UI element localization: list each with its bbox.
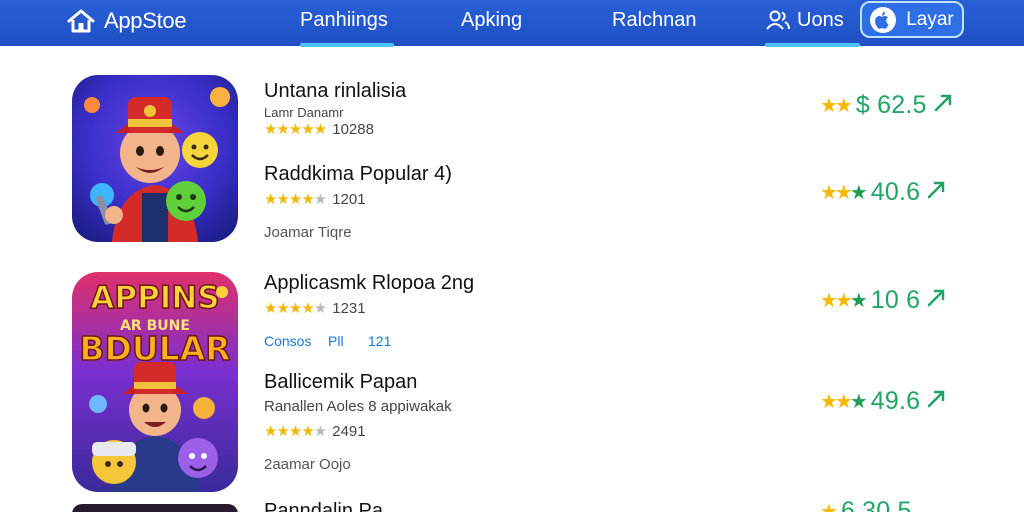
app-links: Consos Pll 121	[264, 333, 391, 349]
star-rating-icon: ★★★★★	[264, 121, 327, 138]
layar-button[interactable]: Layar	[860, 1, 964, 38]
rating-count: 1201	[332, 190, 366, 208]
user-button[interactable]: Uons	[765, 7, 844, 33]
rating-row: ★★★★★ 10288	[264, 120, 374, 139]
game-hero-icon	[72, 75, 238, 242]
link-count[interactable]: 121	[368, 333, 391, 349]
home-icon	[67, 9, 95, 33]
price-group[interactable]: ★★★ 40.6	[820, 178, 946, 207]
rating-count: 2491	[332, 422, 366, 440]
rating-row: ★★★★★ 1231	[264, 299, 366, 318]
app-subtitle: Ranallen Aoles 8 appiwakak	[264, 398, 452, 415]
price-stars-icon: ★★★	[820, 182, 868, 204]
brand-name: AppStoe	[104, 8, 187, 33]
top-navigation-bar: AppStoe Panhiings Apking Ralchnan Uons L…	[0, 0, 1024, 47]
trend-up-icon	[926, 180, 946, 205]
third-app-icon[interactable]	[72, 504, 238, 512]
app-title[interactable]: Ballicemik Papan	[264, 371, 417, 394]
price: 40.6	[870, 178, 921, 206]
tab-rankings[interactable]: Panhiings	[300, 7, 394, 47]
app-title[interactable]: Applicasmk Rlopoa 2ng	[264, 272, 474, 295]
user-label: Uons	[797, 8, 844, 31]
apps-popular-app-icon[interactable]: APPINS AR BUNE BDULAR	[72, 272, 238, 492]
price: $ 62.5	[855, 91, 927, 119]
app-title[interactable]: Panndalin Pa	[264, 500, 383, 512]
layar-label: Layar	[906, 8, 954, 30]
link-pll[interactable]: Pll	[328, 333, 368, 349]
price-group[interactable]: ★★★ 10 6	[820, 286, 946, 315]
app-subtitle: Lamr Danamr	[264, 105, 344, 120]
price: 49.6	[870, 387, 921, 415]
rating-row: ★★★★★ 1201	[264, 190, 366, 209]
price-stars-icon: ★	[820, 501, 838, 512]
tab-apking[interactable]: Apking	[461, 7, 522, 33]
price-group[interactable]: ★★ $ 62.5	[820, 91, 953, 120]
brand[interactable]: AppStoe	[66, 6, 187, 36]
rating-row: ★★★★★ 2491	[264, 422, 366, 441]
tab-ralchnan[interactable]: Ralchnan	[612, 7, 697, 33]
apps-popular-icon: APPINS AR BUNE BDULAR	[72, 272, 238, 492]
star-rating-icon: ★★★★★	[264, 423, 327, 440]
users-icon	[766, 10, 790, 30]
star-rating-icon: ★★★★★	[264, 300, 327, 317]
banner-top-text: APPINS	[90, 280, 219, 316]
game-hero-app-icon[interactable]	[72, 75, 238, 242]
trend-up-icon	[926, 288, 946, 313]
app-meta: Joamar Tiqre	[264, 224, 352, 241]
price-group[interactable]: ★★★ 49.6	[820, 387, 946, 416]
app-meta: 2aamar Oojo	[264, 456, 351, 473]
rating-count: 10288	[332, 120, 374, 138]
app-title[interactable]: Raddkima Popular 4)	[264, 163, 452, 186]
price-stars-icon: ★★★	[820, 391, 868, 413]
star-rating-icon: ★★★★★	[264, 191, 327, 208]
rating-count: 1231	[332, 299, 366, 317]
price-stars-icon: ★★★	[820, 290, 868, 312]
trend-up-icon	[933, 93, 953, 118]
price-stars-icon: ★★	[820, 95, 853, 117]
link-consos[interactable]: Consos	[264, 333, 328, 349]
price-group[interactable]: ★ 6 30 5	[820, 497, 912, 512]
trend-up-icon	[926, 389, 946, 414]
price: 6 30 5	[840, 497, 912, 512]
apple-icon	[870, 6, 897, 33]
user-tab-indicator	[765, 43, 860, 47]
app-title[interactable]: Untana rinlalisia	[264, 80, 406, 103]
price: 10 6	[870, 286, 921, 314]
